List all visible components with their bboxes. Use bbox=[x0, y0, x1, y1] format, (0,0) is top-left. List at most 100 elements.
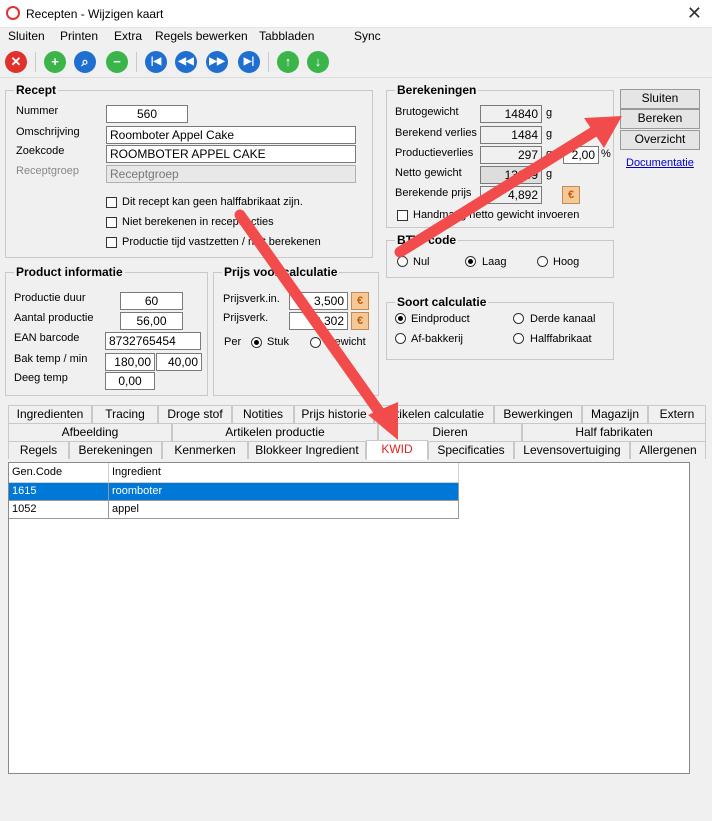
af-bakkerij-radio[interactable] bbox=[395, 333, 406, 344]
table-cell-ingredient[interactable]: roomboter bbox=[109, 483, 459, 501]
omschrijving-field[interactable]: Roomboter Appel Cake bbox=[106, 126, 356, 144]
column-header-ingredient[interactable]: Ingredient bbox=[109, 463, 459, 483]
prijsverk-in-field[interactable]: 3,500 bbox=[289, 292, 348, 310]
tab-kwid[interactable]: KWID bbox=[366, 440, 428, 460]
search-icon[interactable]: ⌕ bbox=[74, 51, 96, 73]
tab-specificaties[interactable]: Specificaties bbox=[428, 441, 514, 459]
menu-sluiten[interactable]: Sluiten bbox=[8, 29, 45, 43]
remove-icon[interactable]: − bbox=[106, 51, 128, 73]
menu-printen[interactable]: Printen bbox=[60, 29, 98, 43]
recept-group: Recept Nummer 560 Omschrijving Roomboter… bbox=[5, 83, 373, 258]
tab-ingredienten[interactable]: Ingredienten bbox=[8, 405, 92, 423]
per-gewicht-radio[interactable] bbox=[310, 337, 321, 348]
table-cell-gen-code[interactable]: 1615 bbox=[9, 483, 109, 501]
euro-icon[interactable]: € bbox=[562, 186, 580, 204]
tab-allergenen[interactable]: Allergenen bbox=[630, 441, 706, 459]
bak-min-field[interactable]: 40,00 bbox=[156, 353, 202, 371]
tab-regels[interactable]: Regels bbox=[8, 441, 69, 459]
tab-levensovertuiging[interactable]: Levensovertuiging bbox=[514, 441, 630, 459]
tab-blokkeer-ingredient[interactable]: Blokkeer Ingredient bbox=[248, 441, 366, 459]
bak-temp-field[interactable]: 180,00 bbox=[105, 353, 155, 371]
next-record-icon[interactable]: ▶▶ bbox=[206, 51, 228, 73]
derde-kanaal-radio[interactable] bbox=[513, 313, 524, 324]
soort-calculatie-group: Soort calculatie Eindproduct Derde kanaa… bbox=[386, 295, 614, 360]
tab-bewerkingen[interactable]: Bewerkingen bbox=[494, 405, 582, 423]
last-record-icon[interactable]: ▶| bbox=[238, 51, 260, 73]
euro-icon[interactable]: € bbox=[351, 292, 369, 310]
tab-artikelen-productie[interactable]: Artikelen productie bbox=[172, 423, 378, 441]
unit-g: g bbox=[546, 107, 553, 119]
berekende-prijs-label: Berekende prijs bbox=[395, 187, 472, 199]
aantal-productie-field[interactable]: 56,00 bbox=[120, 312, 183, 330]
handmatig-netto-label: Handmatig netto gewicht invoeren bbox=[413, 209, 580, 221]
menu-regels-bewerken[interactable]: Regels bewerken bbox=[155, 29, 248, 43]
af-bakkerij-label: Af-bakkerij bbox=[411, 333, 463, 345]
title-bar: Recepten - Wijzigen kaart ✕ bbox=[0, 0, 712, 28]
btw-hoog-radio[interactable] bbox=[537, 256, 548, 267]
tab-tracing[interactable]: Tracing bbox=[92, 405, 158, 423]
tab-afbeelding[interactable]: Afbeelding bbox=[8, 423, 172, 441]
tab-kenmerken[interactable]: Kenmerken bbox=[162, 441, 248, 459]
deeg-temp-field[interactable]: 0,00 bbox=[105, 372, 155, 390]
tab-dieren[interactable]: Dieren bbox=[378, 423, 522, 441]
documentatie-link[interactable]: Documentatie bbox=[626, 157, 694, 169]
prijs-calculatie-legend: Prijs voor calculatie bbox=[222, 265, 340, 279]
halffabrikaat-label: Halffabrikaat bbox=[530, 333, 592, 345]
menu-sync[interactable]: Sync bbox=[354, 29, 381, 43]
productie-duur-label: Productie duur bbox=[14, 292, 86, 304]
close-record-icon[interactable]: ✕ bbox=[5, 51, 27, 73]
tab-artikelen-calculatie[interactable]: Artikelen calculatie bbox=[374, 405, 494, 423]
close-icon[interactable]: ✕ bbox=[687, 3, 702, 24]
menu-bar: Sluiten Printen Extra Regels bewerken Ta… bbox=[0, 28, 712, 48]
btw-laag-label: Laag bbox=[482, 256, 507, 268]
soort-calculatie-legend: Soort calculatie bbox=[395, 295, 489, 309]
zoekcode-field[interactable]: ROOMBOTER APPEL CAKE bbox=[106, 145, 356, 163]
tab-half-fabrikaten[interactable]: Half fabrikaten bbox=[522, 423, 706, 441]
berekend-verlies-label: Berekend verlies bbox=[395, 127, 477, 139]
previous-record-icon[interactable]: ◀◀ bbox=[175, 51, 197, 73]
table-cell-gen-code[interactable]: 1052 bbox=[9, 501, 109, 519]
tab-prijs-historie[interactable]: Prijs historie bbox=[294, 405, 374, 423]
app-icon bbox=[6, 6, 20, 20]
btw-nul-radio[interactable] bbox=[397, 256, 408, 267]
per-stuk-radio[interactable] bbox=[251, 337, 262, 348]
column-header-gen-code[interactable]: Gen.Code bbox=[9, 463, 109, 483]
overzicht-button[interactable]: Overzicht bbox=[620, 130, 700, 150]
handmatig-netto-checkbox[interactable] bbox=[397, 210, 408, 221]
productie-tijd-checkbox[interactable] bbox=[106, 237, 117, 248]
tab-droge-stof[interactable]: Droge stof bbox=[158, 405, 232, 423]
productieverlies-pct-field[interactable]: 2,00 bbox=[563, 146, 599, 164]
tab-berekeningen[interactable]: Berekeningen bbox=[69, 441, 162, 459]
move-down-icon[interactable]: ↓ bbox=[307, 51, 329, 73]
prijsverk-in-label: Prijsverk.in. bbox=[223, 293, 280, 305]
sluiten-button[interactable]: Sluiten bbox=[620, 89, 700, 109]
tab-magazijn[interactable]: Magazijn bbox=[582, 405, 648, 423]
menu-tabbladen[interactable]: Tabbladen bbox=[259, 29, 314, 43]
add-icon[interactable]: + bbox=[44, 51, 66, 73]
no-halffabrikaat-checkbox[interactable] bbox=[106, 197, 117, 208]
nummer-field[interactable]: 560 bbox=[106, 105, 188, 123]
prijsverk-ex-field[interactable]: 3,302 bbox=[289, 312, 348, 330]
first-record-icon[interactable]: |◀ bbox=[145, 51, 167, 73]
niet-berekenen-checkbox[interactable] bbox=[106, 217, 117, 228]
table-cell-ingredient[interactable]: appel bbox=[109, 501, 459, 519]
menu-extra[interactable]: Extra bbox=[114, 29, 142, 43]
euro-icon[interactable]: € bbox=[351, 312, 369, 330]
per-gewicht-label: Gewicht bbox=[326, 336, 366, 348]
halffabrikaat-radio[interactable] bbox=[513, 333, 524, 344]
ean-barcode-field[interactable]: 8732765454 bbox=[105, 332, 201, 350]
productie-duur-field[interactable]: 60 bbox=[120, 292, 183, 310]
nummer-label: Nummer bbox=[16, 105, 59, 117]
btw-laag-radio[interactable] bbox=[465, 256, 476, 267]
berekend-verlies-field: 1484 bbox=[480, 126, 542, 144]
move-up-icon[interactable]: ↑ bbox=[277, 51, 299, 73]
tab-notities[interactable]: Notities bbox=[232, 405, 294, 423]
eindproduct-radio[interactable] bbox=[395, 313, 406, 324]
receptgroep-field[interactable]: Receptgroep bbox=[106, 165, 356, 183]
tab-extern[interactable]: Extern bbox=[648, 405, 706, 423]
bereken-button[interactable]: Bereken bbox=[620, 109, 700, 129]
deeg-temp-label: Deeg temp bbox=[14, 372, 68, 384]
toolbar: ✕ + ⌕ − |◀ ◀◀ ▶▶ ▶| ↑ ↓ bbox=[0, 48, 712, 78]
prijsverk-ex-label: Prijsverk. bbox=[223, 312, 269, 324]
unit-pct: % bbox=[601, 148, 611, 160]
